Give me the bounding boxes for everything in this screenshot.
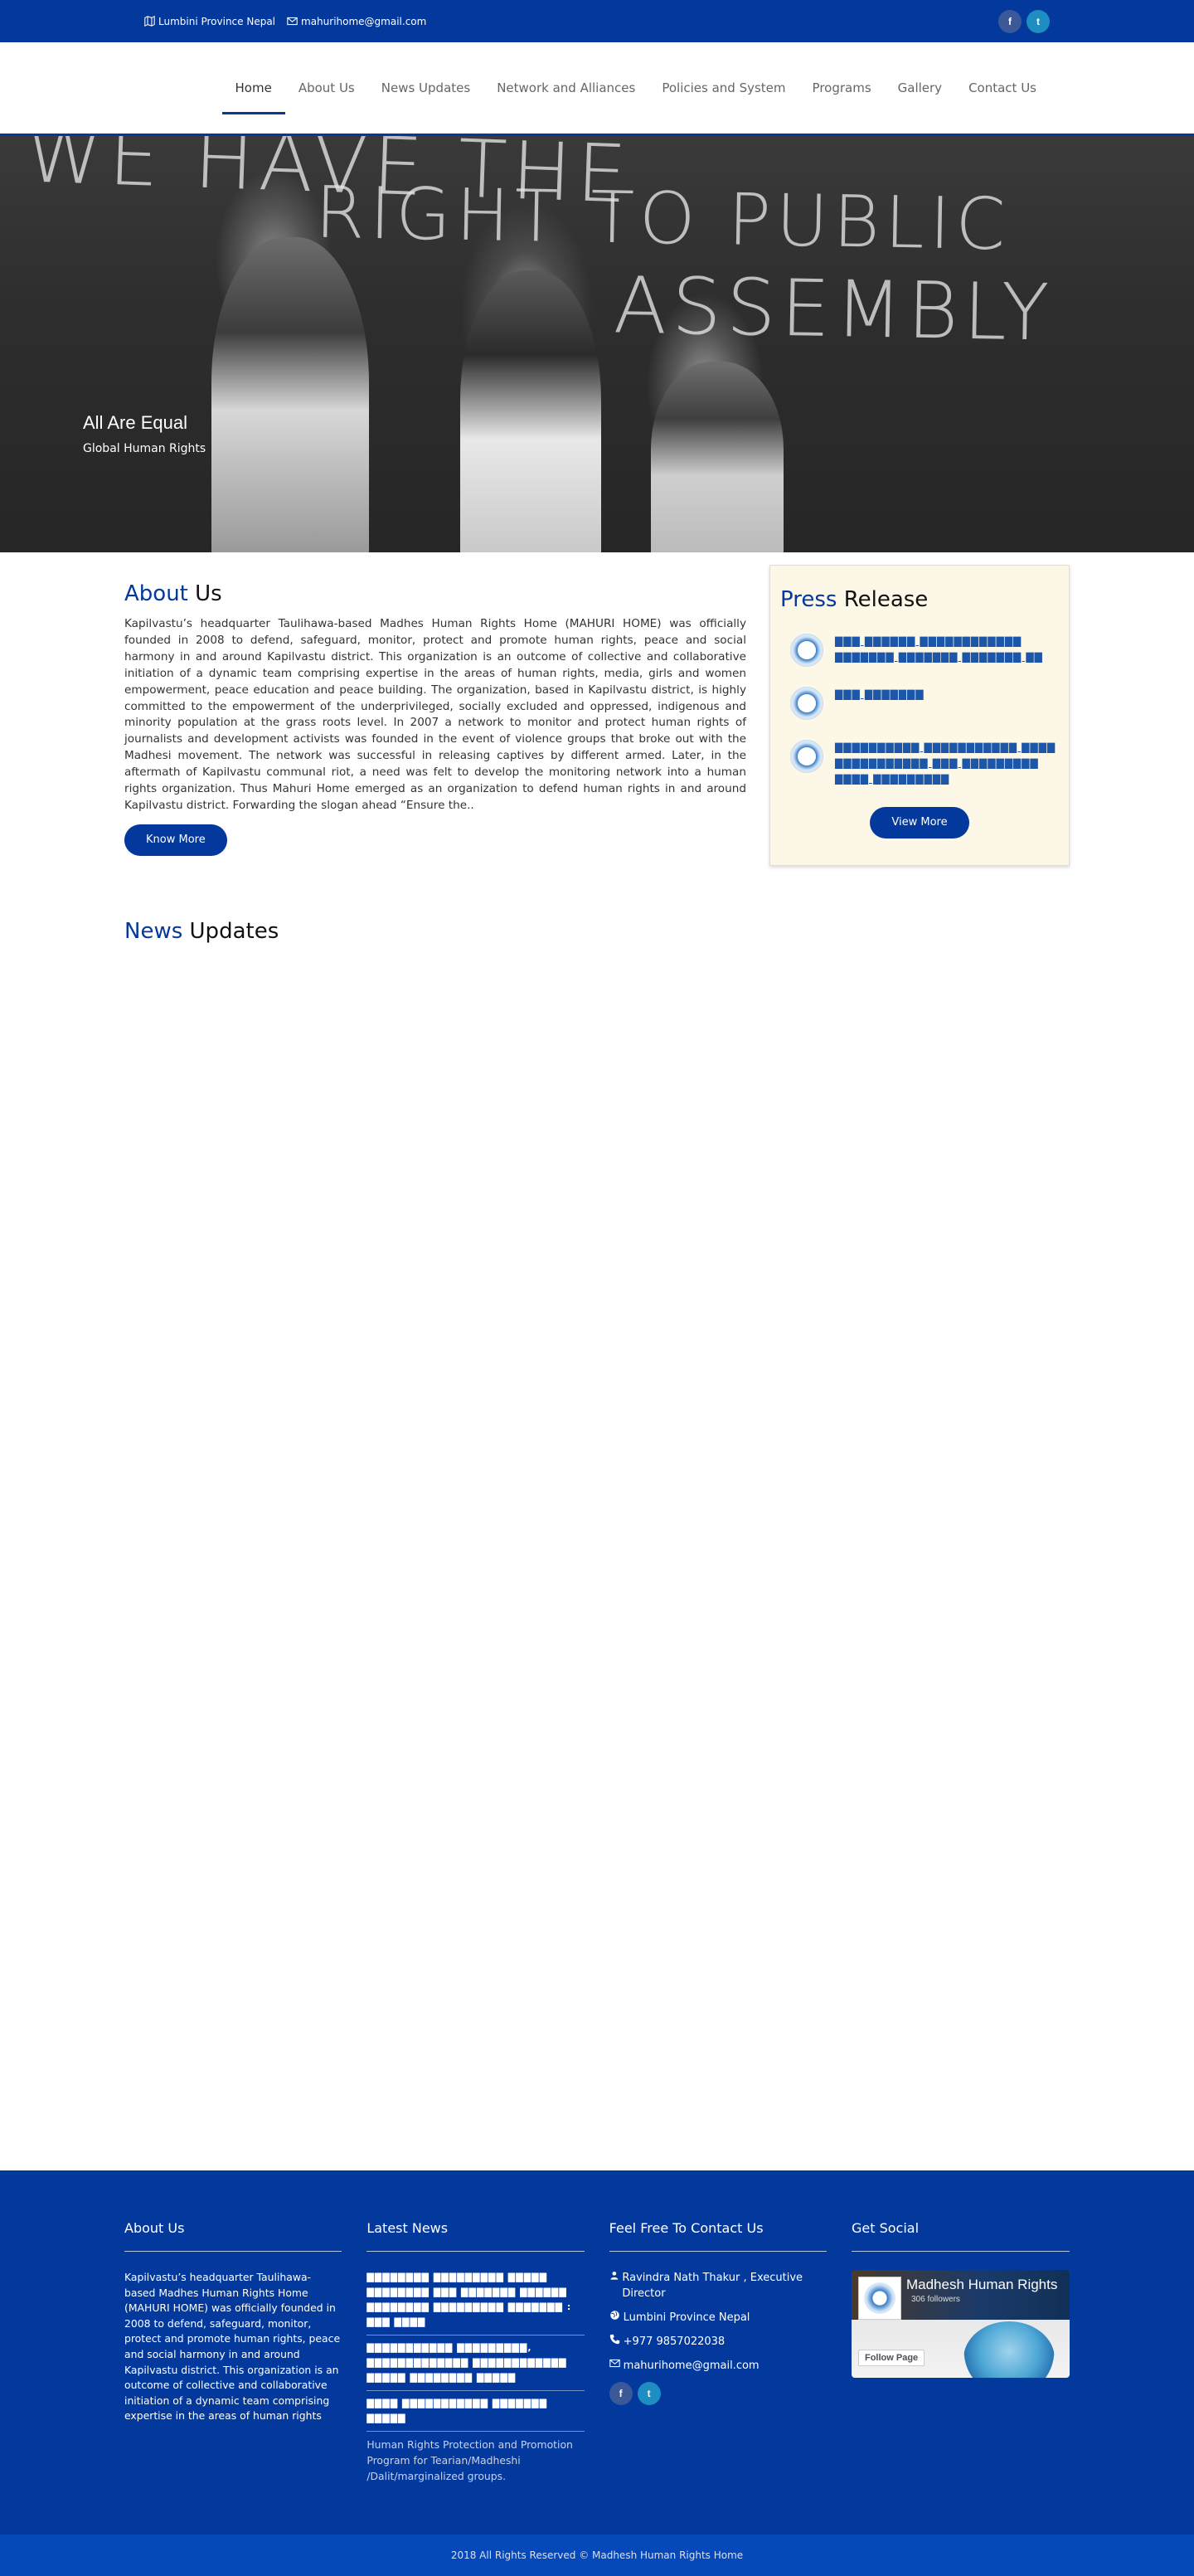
globe-icon <box>609 2311 619 2320</box>
twitter-icon[interactable]: t <box>637 2382 661 2405</box>
footer-social-title: Get Social <box>851 2220 1070 2252</box>
news-heading: News Updates <box>124 919 279 944</box>
nav-network-alliances[interactable]: Network and Alliances <box>483 66 648 109</box>
contact-person: Ravindra Nath Thakur , Executive Directo… <box>609 2270 827 2301</box>
facebook-icon[interactable]: f <box>609 2382 633 2405</box>
twitter-icon[interactable]: t <box>1027 9 1050 33</box>
hero-photo-child-left <box>211 237 369 552</box>
navbar: Home About Us News Updates Network and A… <box>0 42 1194 136</box>
user-icon <box>610 2271 618 2280</box>
email-text[interactable]: mahurihome@gmail.com <box>301 16 426 27</box>
nav-about-us[interactable]: About Us <box>285 66 368 109</box>
press-item-title[interactable]: ▇▇▇ ▇▇▇▇▇▇ ▇▇▇▇▇▇▇▇▇▇▇▇ ▇▇▇▇▇▇▇ ▇▇▇▇▇▇▇ … <box>835 634 1059 665</box>
hero-subtitle: Global Human Rights <box>83 442 206 455</box>
hero-slider[interactable]: WE HAVE THE RIGHT TO PUBLIC ASSEMBLY All… <box>0 136 1194 552</box>
view-more-button[interactable]: View More <box>870 807 969 838</box>
press-item[interactable]: ▇▇▇ ▇▇▇▇▇▇▇ <box>780 687 1059 720</box>
press-item[interactable]: ▇▇▇ ▇▇▇▇▇▇ ▇▇▇▇▇▇▇▇▇▇▇▇ ▇▇▇▇▇▇▇ ▇▇▇▇▇▇▇ … <box>780 634 1059 667</box>
footer-news-title: Latest News <box>366 2220 585 2252</box>
map-icon <box>144 16 155 27</box>
organization-logo-icon <box>790 634 823 667</box>
footer-about-text: Kapilvastu’s headquarter Taulihawa-based… <box>124 2271 341 2423</box>
footer-about-title: About Us <box>124 2220 342 2252</box>
know-more-button[interactable]: Know More <box>124 824 227 856</box>
main-nav: Home About Us News Updates Network and A… <box>221 66 1050 114</box>
footer-news-link[interactable]: ▇▇▇▇▇▇▇▇ ▇▇▇▇▇▇▇▇▇ ▇▇▇▇▇ ▇▇▇▇▇▇▇▇ ▇▇▇ ▇▇… <box>366 2270 585 2335</box>
nav-news-updates[interactable]: News Updates <box>368 66 483 109</box>
nav-home[interactable]: Home <box>221 66 286 114</box>
hero-caption: All Are Equal Global Human Rights <box>83 412 206 455</box>
facebook-page-name[interactable]: Madhesh Human Rights <box>906 2277 1057 2293</box>
facebook-page-logo[interactable] <box>857 2277 901 2320</box>
hero-title: All Are Equal <box>83 412 187 433</box>
press-item-title[interactable]: ▇▇▇▇▇▇▇▇▇▇ ▇▇▇▇▇▇▇▇▇▇▇ ▇▇▇▇ ▇▇▇▇▇▇▇▇▇▇▇ … <box>835 740 1059 787</box>
facebook-icon[interactable]: f <box>998 9 1022 33</box>
facebook-follow-button[interactable]: Follow Page <box>857 2350 925 2366</box>
footer-contact: Feel Free To Contact Us Ravindra Nath Th… <box>609 2220 827 2484</box>
copyright-bar: 2018 All Rights Reserved © Madhesh Human… <box>0 2535 1194 2576</box>
nav-policies-system[interactable]: Policies and System <box>648 66 798 109</box>
footer-contact-title: Feel Free To Contact Us <box>609 2220 827 2252</box>
facebook-page-widget[interactable]: Madhesh Human Rights 306 followers Follo… <box>851 2270 1070 2378</box>
footer-social: f t <box>609 2382 827 2405</box>
organization-logo-icon <box>790 740 823 773</box>
chalk-text-line2: RIGHT TO PUBLIC <box>314 171 1012 267</box>
contact-phone[interactable]: +977 9857022038 <box>609 2334 827 2350</box>
press-item[interactable]: ▇▇▇▇▇▇▇▇▇▇ ▇▇▇▇▇▇▇▇▇▇▇ ▇▇▇▇ ▇▇▇▇▇▇▇▇▇▇▇ … <box>780 740 1059 787</box>
press-release-panel: Press Release ▇▇▇ ▇▇▇▇▇▇ ▇▇▇▇▇▇▇▇▇▇▇▇ ▇▇… <box>769 565 1070 866</box>
hero-photo-child-right <box>651 362 784 552</box>
envelope-icon <box>287 17 298 26</box>
envelope-icon <box>609 2359 620 2368</box>
phone-icon <box>609 2334 619 2345</box>
top-info: Lumbini Province Nepal mahurihome@gmail.… <box>144 16 426 27</box>
about-section: About Us Kapilvastu’s headquarter Taulih… <box>124 565 746 866</box>
press-heading: Press Release <box>780 587 929 612</box>
nav-gallery[interactable]: Gallery <box>885 66 955 109</box>
main-section: About Us Kapilvastu’s headquarter Taulih… <box>124 552 1070 866</box>
news-section: News Updates <box>124 919 1070 944</box>
nav-contact-us[interactable]: Contact Us <box>955 66 1050 109</box>
facebook-cover-art <box>963 2321 1055 2378</box>
contact-location: Lumbini Province Nepal <box>609 2310 827 2326</box>
organization-logo-icon <box>790 687 823 720</box>
footer-news-link[interactable]: ▇▇▇▇▇▇▇▇▇▇▇ ▇▇▇▇▇▇▇▇▇, ▇▇▇▇▇▇▇▇▇▇▇▇▇ ▇▇▇… <box>366 2340 585 2391</box>
location-info: Lumbini Province Nepal <box>144 16 275 27</box>
nav-programs[interactable]: Programs <box>799 66 885 109</box>
footer-news-link[interactable]: ▇▇▇▇ ▇▇▇▇▇▇▇▇▇▇▇ ▇▇▇▇▇▇▇ ▇▇▇▇▇ <box>366 2396 585 2432</box>
footer: About Us Kapilvastu’s headquarter Taulih… <box>0 2170 1194 2535</box>
top-bar: Lumbini Province Nepal mahurihome@gmail.… <box>0 0 1194 42</box>
footer-get-social: Get Social Madhesh Human Rights 306 foll… <box>851 2220 1070 2484</box>
about-heading: About Us <box>124 581 222 606</box>
footer-latest-news: Latest News ▇▇▇▇▇▇▇▇ ▇▇▇▇▇▇▇▇▇ ▇▇▇▇▇ ▇▇▇… <box>366 2220 585 2484</box>
footer-about: About Us Kapilvastu’s headquarter Taulih… <box>124 2220 342 2484</box>
facebook-followers: 306 followers <box>910 2295 960 2304</box>
top-social: f t <box>998 9 1050 33</box>
hero-photo-child-center <box>460 270 601 552</box>
email-info[interactable]: mahurihome@gmail.com <box>287 16 426 27</box>
contact-email[interactable]: mahurihome@gmail.com <box>609 2358 827 2374</box>
location-text: Lumbini Province Nepal <box>158 15 276 27</box>
chalk-text-line3: ASSEMBLY <box>613 260 1055 359</box>
press-item-title[interactable]: ▇▇▇ ▇▇▇▇▇▇▇ <box>835 687 924 702</box>
footer-news-link[interactable]: Human Rights Protection and Promotion Pr… <box>366 2437 584 2484</box>
about-text: Kapilvastu’s headquarter Taulihawa-based… <box>124 617 746 812</box>
